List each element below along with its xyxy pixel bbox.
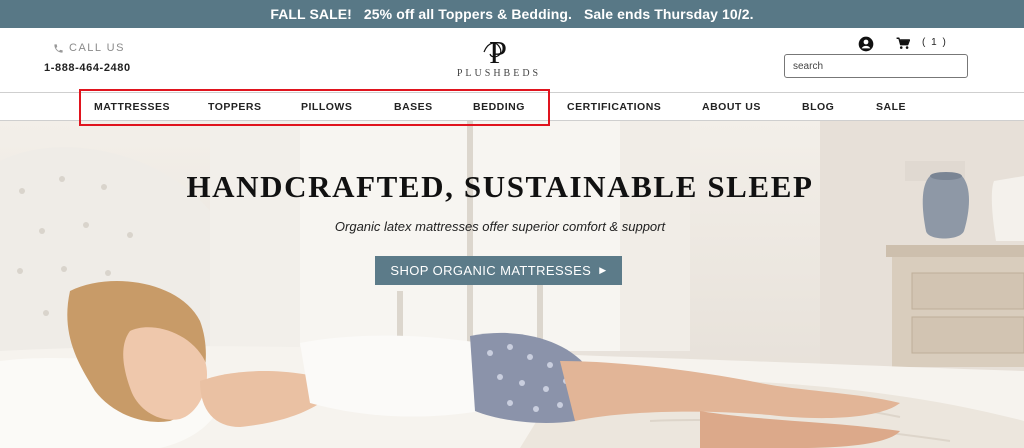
- nav-item-bases[interactable]: BASES: [394, 101, 433, 113]
- logo-text: PLUSHBEDS: [456, 68, 542, 79]
- site-header: CALL US 1-888-464-2480 P PLUSHBEDS ( 1 ): [0, 28, 1024, 92]
- nav-item-bedding[interactable]: BEDDING: [473, 101, 525, 113]
- logo-mark: P: [483, 34, 507, 68]
- cart-count[interactable]: ( 1 ): [922, 37, 947, 48]
- main-nav: MATTRESSES TOPPERS PILLOWS BASES BEDDING…: [0, 92, 1024, 121]
- nav-item-about-us[interactable]: ABOUT US: [702, 101, 761, 113]
- account-icon[interactable]: [858, 36, 874, 52]
- nav-item-pillows[interactable]: PILLOWS: [301, 101, 352, 113]
- nav-item-sale[interactable]: SALE: [876, 101, 906, 113]
- phone-number[interactable]: 1-888-464-2480: [44, 62, 131, 74]
- arrow-right-icon: ▶: [599, 265, 607, 275]
- hero-banner: HANDCRAFTED, SUSTAINABLE SLEEP Organic l…: [0, 121, 1024, 448]
- phone-icon: [54, 43, 63, 53]
- hero-title: HANDCRAFTED, SUSTAINABLE SLEEP: [186, 169, 814, 204]
- nav-item-certifications[interactable]: CERTIFICATIONS: [567, 101, 661, 113]
- svg-text:P: P: [489, 34, 507, 68]
- hero-subtitle: Organic latex mattresses offer superior …: [334, 219, 666, 234]
- cart-icon[interactable]: [896, 37, 910, 50]
- shop-organic-mattresses-button[interactable]: SHOP ORGANIC MATTRESSES ▶: [375, 256, 622, 285]
- nav-item-mattresses[interactable]: MATTRESSES: [94, 101, 170, 113]
- nav-item-toppers[interactable]: TOPPERS: [208, 101, 262, 113]
- nav-item-blog[interactable]: BLOG: [802, 101, 834, 113]
- call-us-label: CALL US: [69, 42, 125, 54]
- search-input[interactable]: [784, 54, 968, 78]
- promo-text: FALL SALE! 25% off all Toppers & Bedding…: [270, 6, 754, 22]
- call-us[interactable]: CALL US: [53, 42, 125, 54]
- cta-label: SHOP ORGANIC MATTRESSES: [390, 263, 592, 278]
- promo-banner: FALL SALE! 25% off all Toppers & Bedding…: [0, 0, 1024, 28]
- site-logo[interactable]: P PLUSHBEDS: [436, 34, 562, 84]
